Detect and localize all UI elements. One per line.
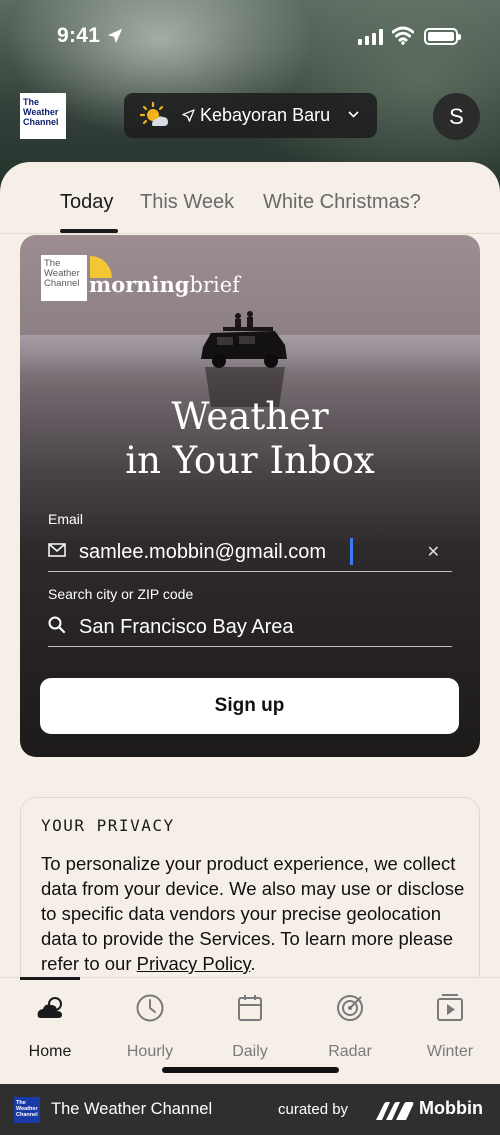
city-field[interactable] xyxy=(48,609,452,647)
newsletter-card: The Weather Channel morningbrief Weather… xyxy=(20,235,480,757)
content-sheet: Today This Week White Christmas? The Wea… xyxy=(0,162,500,1084)
email-field[interactable]: ✕ xyxy=(48,534,452,572)
mail-icon xyxy=(48,543,66,557)
clock-icon xyxy=(136,994,164,1022)
nav-winter[interactable]: Winter xyxy=(400,991,500,1061)
weather-channel-footer-logo: The Weather Channel xyxy=(14,1097,40,1123)
city-label: Search city or ZIP code xyxy=(48,586,194,602)
status-time: 9:41 xyxy=(57,24,101,47)
location-selector[interactable]: Kebayoran Baru xyxy=(124,93,377,138)
cellular-signal-icon xyxy=(358,29,383,45)
clear-icon[interactable]: ✕ xyxy=(427,542,440,562)
city-input[interactable] xyxy=(79,611,409,643)
wifi-icon xyxy=(392,26,414,45)
privacy-text: To personalize your product experience, … xyxy=(41,853,465,974)
tab-white-christmas[interactable]: White Christmas? xyxy=(263,191,421,214)
location-name: Kebayoran Baru xyxy=(200,105,331,125)
video-icon xyxy=(437,994,463,1021)
weather-channel-logo-small: The Weather Channel xyxy=(41,255,87,301)
status-bar: 9:41 xyxy=(0,0,500,74)
navigation-arrow-icon xyxy=(182,109,195,122)
tab-today[interactable]: Today xyxy=(60,191,113,214)
calendar-icon xyxy=(238,995,262,1021)
privacy-policy-link[interactable]: Privacy Policy xyxy=(137,953,251,974)
cloud-icon xyxy=(37,997,62,1018)
chevron-down-icon xyxy=(348,111,359,118)
avatar[interactable]: S xyxy=(433,93,480,140)
tab-bar: Today This Week White Christmas? xyxy=(0,162,500,234)
radar-icon xyxy=(337,995,363,1021)
text-caret xyxy=(350,538,353,565)
curated-by-label: curated by xyxy=(278,1101,349,1118)
privacy-title: YOUR PRIVACY xyxy=(41,816,175,835)
nav-hourly[interactable]: Hourly xyxy=(100,991,200,1061)
mobbin-wordmark: Mobbin xyxy=(419,1098,483,1118)
bottom-navigation: Home Hourly Daily Radar Winter xyxy=(0,977,500,1084)
mobbin-logo-icon xyxy=(376,1102,414,1120)
tab-this-week[interactable]: This Week xyxy=(140,191,234,214)
partly-sunny-icon xyxy=(140,101,168,126)
nav-home[interactable]: Home xyxy=(0,991,100,1061)
battery-icon xyxy=(424,28,461,45)
footer-bar: The Weather Channel The Weather Channel … xyxy=(0,1084,500,1135)
sign-up-button[interactable]: Sign up xyxy=(40,678,459,734)
footer-brand: The Weather Channel xyxy=(51,1100,213,1118)
email-label: Email xyxy=(48,511,84,527)
morning-brief-wordmark: morningbrief xyxy=(89,272,240,297)
location-arrow-icon xyxy=(107,28,123,44)
nav-daily[interactable]: Daily xyxy=(200,991,300,1061)
home-indicator xyxy=(162,1067,339,1073)
newsletter-title: Weather in Your Inbox xyxy=(125,395,375,482)
active-tab-indicator xyxy=(60,229,118,233)
search-icon xyxy=(48,616,66,634)
email-input[interactable] xyxy=(79,536,409,568)
nav-radar[interactable]: Radar xyxy=(300,991,400,1061)
active-nav-indicator xyxy=(20,977,80,980)
weather-channel-logo[interactable]: The Weather Channel xyxy=(20,93,66,139)
